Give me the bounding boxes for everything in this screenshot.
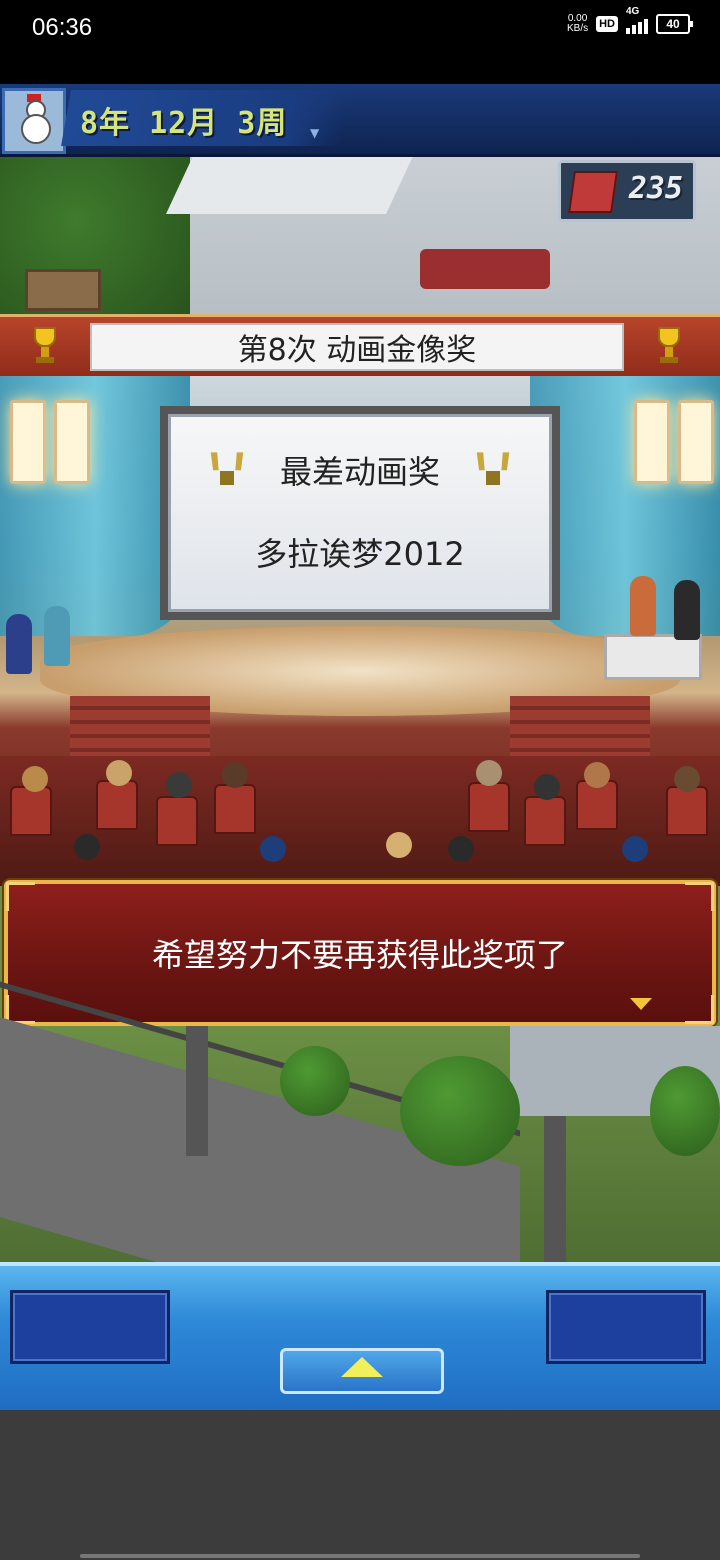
flower-planter: [420, 249, 550, 289]
home-indicator[interactable]: [80, 1554, 640, 1558]
chevron-down-icon: ▼: [310, 126, 320, 140]
lantern-icon: [10, 400, 46, 484]
top-bar: 8年 12月 3周 ▼: [0, 84, 720, 157]
funds-display[interactable]: 235: [558, 160, 696, 222]
system-nav-bar: [0, 1410, 720, 1560]
presenter-character: [6, 614, 32, 674]
network-speed: 0.00 KB/s: [567, 14, 588, 34]
right-menu-button[interactable]: [546, 1290, 706, 1364]
lamp-post: [544, 1116, 566, 1262]
next-arrow-icon[interactable]: [630, 998, 652, 1010]
stairs-right: [510, 696, 650, 756]
building-sign: [25, 269, 101, 311]
snowman-icon: [17, 94, 51, 144]
game-screen[interactable]: 8年 12月 3周 ▼ 235 第8次 动画金像奖 最差动画奖 多拉诶梦2012: [0, 84, 720, 1410]
game-date: 8年 12月 3周: [80, 106, 288, 141]
judges-desk: [604, 634, 702, 680]
presenters: [0, 606, 100, 676]
lantern-icon: [678, 400, 714, 484]
presenter-character: [44, 606, 70, 666]
season-indicator[interactable]: [2, 88, 66, 154]
award-laurel-icon: [474, 453, 512, 487]
lantern-icon: [54, 400, 90, 484]
trophy-icon: [34, 327, 56, 365]
award-banner: 第8次 动画金像奖: [0, 314, 720, 382]
tree: [400, 1056, 520, 1166]
money-icon: [568, 171, 618, 213]
left-menu-button[interactable]: [10, 1290, 170, 1364]
award-laurel-icon: [208, 453, 246, 487]
tree: [280, 1046, 350, 1116]
funds-amount: 235: [628, 171, 683, 206]
award-screen: 最差动画奖 多拉诶梦2012: [160, 406, 560, 620]
dialog-ornament: [685, 882, 714, 911]
award-category: 最差动画奖: [279, 453, 440, 491]
trophy-icon: [658, 327, 680, 365]
status-icons: 0.00 KB/s HD 4G 40: [567, 6, 693, 34]
dialog-message: 希望努力不要再获得此奖项了: [151, 936, 568, 974]
judge-character: [674, 580, 700, 640]
message-dialog[interactable]: 希望努力不要再获得此奖项了: [4, 880, 716, 1026]
bottom-control-bar: [0, 1262, 720, 1410]
lamp-post: [186, 1026, 208, 1156]
network-speed-unit: KB/s: [566, 23, 589, 34]
stairs-left: [70, 696, 210, 756]
award-winner: 多拉诶梦2012: [255, 535, 465, 573]
network-type: 4G: [626, 6, 640, 17]
judge-character: [630, 576, 656, 636]
battery-icon: 40: [656, 14, 693, 34]
status-time: 06:36: [32, 14, 93, 41]
expand-menu-button[interactable]: [280, 1348, 444, 1394]
signal-icon: 4G: [626, 6, 648, 34]
dialog-ornament: [6, 882, 35, 911]
tree: [650, 1066, 720, 1156]
arrow-up-icon: [341, 1357, 383, 1377]
award-ceremony-title: 第8次 动画金像奖: [90, 323, 624, 371]
lantern-icon: [634, 400, 670, 484]
background-roof: [166, 154, 414, 214]
dialog-ornament: [685, 995, 714, 1024]
status-bar: 06:36 0.00 KB/s HD 4G 40: [0, 0, 720, 84]
award-stage: 最差动画奖 多拉诶梦2012: [0, 376, 720, 816]
audience: [0, 756, 720, 886]
background-street: [0, 981, 720, 1367]
hd-icon: HD: [596, 16, 618, 32]
